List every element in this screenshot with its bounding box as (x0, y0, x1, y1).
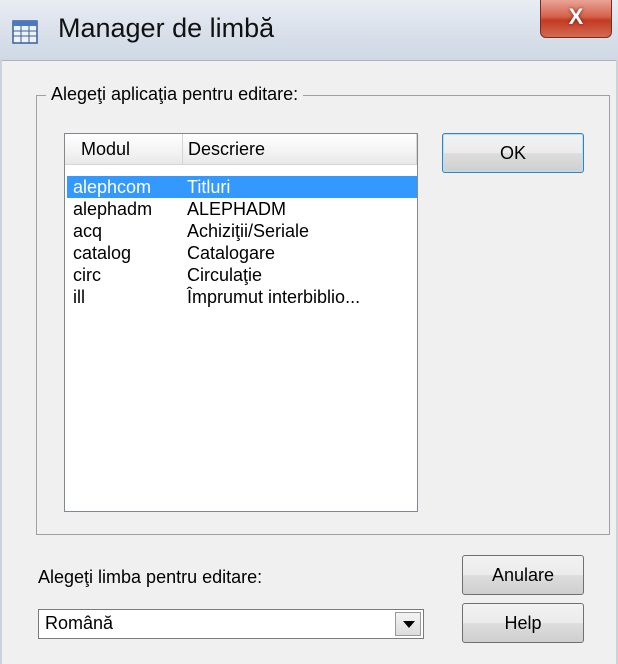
list-header: Modul Descriere (65, 134, 417, 165)
list-row[interactable]: alephcom Titluri (67, 176, 417, 198)
row-description: Titluri (187, 177, 231, 197)
row-description: Circulaţie (187, 265, 263, 285)
row-module: catalog (73, 243, 132, 263)
column-header-modul[interactable]: Modul (65, 134, 183, 164)
title-bar: Manager de limbă X (0, 0, 618, 61)
ok-button[interactable]: OK (442, 133, 584, 173)
language-select[interactable]: Română (38, 609, 424, 639)
column-header-descriere[interactable]: Descriere (183, 134, 417, 164)
row-description: Catalogare (187, 243, 276, 263)
row-description: Achiziţii/Seriale (187, 221, 310, 241)
cancel-button[interactable]: Anulare (462, 555, 584, 595)
row-module: alephadm (73, 199, 153, 219)
language-label: Alegeţi limba pentru editare: (38, 567, 263, 587)
row-module: circ (73, 265, 101, 285)
module-group-label: Alegeţi aplicaţia pentru editare: (46, 84, 304, 105)
list-row[interactable]: alephadm ALEPHADM (67, 198, 417, 220)
row-module: ill (73, 287, 85, 307)
chevron-down-icon[interactable] (395, 612, 421, 636)
list-row[interactable]: ill Împrumut interbiblio... (67, 286, 417, 308)
list-row[interactable]: circ Circulaţie (67, 264, 417, 286)
window-title: Manager de limbă (58, 13, 275, 43)
module-list[interactable]: Modul Descriere alephcom Titluri alephad… (64, 133, 418, 512)
language-select-value: Română (45, 613, 114, 633)
row-description: Împrumut interbiblio... (187, 287, 361, 307)
help-button[interactable]: Help (462, 603, 584, 643)
list-row[interactable]: catalog Catalogare (67, 242, 417, 264)
list-row[interactable]: acq Achiziţii/Seriale (67, 220, 417, 242)
close-icon: X (568, 4, 584, 29)
table-icon (12, 20, 38, 44)
close-button[interactable]: X (540, 0, 612, 38)
row-module: acq (73, 221, 103, 241)
row-module: alephcom (73, 177, 152, 197)
row-description: ALEPHADM (187, 199, 287, 219)
